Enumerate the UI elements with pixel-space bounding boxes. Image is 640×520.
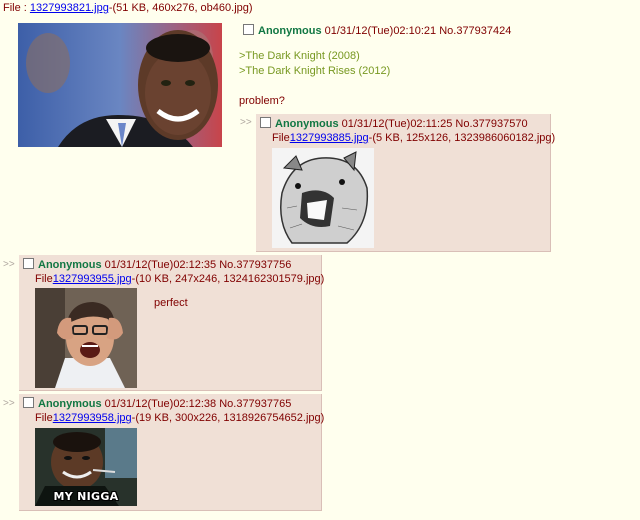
reply-post-number[interactable]: No.377937756 — [219, 259, 291, 271]
op-post-number[interactable]: No.377937424 — [439, 25, 511, 37]
op-header: Anonymous 01/31/12(Tue)02:10:21 No.37793… — [243, 24, 511, 37]
reply-file-info: File1327993885.jpg-(5 KB, 125x126, 13239… — [272, 132, 555, 144]
reply-datetime: 01/31/12(Tue)02:12:38 — [104, 398, 217, 410]
op-select-checkbox[interactable] — [243, 24, 254, 35]
reply-thumbnail[interactable] — [35, 288, 137, 388]
reply-file-meta: -(10 KB, 247x246, 1324162301579.jpg) — [131, 273, 325, 285]
reply-header: Anonymous 01/31/12(Tue)02:12:35 No.37793… — [23, 258, 291, 271]
reply-post: Anonymous 01/31/12(Tue)02:12:35 No.37793… — [19, 255, 324, 391]
reply-header: Anonymous 01/31/12(Tue)02:12:38 No.37793… — [23, 397, 291, 410]
reply-file-info: File1327993955.jpg-(10 KB, 247x246, 1324… — [35, 273, 324, 285]
op-datetime: 01/31/12(Tue)02:10:21 — [324, 25, 437, 37]
reply-datetime: 01/31/12(Tue)02:12:35 — [104, 259, 217, 271]
reply-indent-arrows: >> — [3, 259, 15, 270]
op-greentext-line: >The Dark Knight Rises (2012) — [239, 65, 391, 77]
reply-file-info: File1327993958.jpg-(19 KB, 300x226, 1318… — [35, 412, 324, 424]
op-comment: >The Dark Knight (2008) >The Dark Knight… — [239, 49, 390, 109]
reply-image-caption: MY NIGGA — [53, 490, 119, 503]
op-comment-text: problem? — [239, 95, 285, 107]
reply-post: Anonymous 01/31/12(Tue)02:12:38 No.37793… — [19, 394, 324, 511]
reply-file-meta: -(19 KB, 300x226, 1318926754652.jpg) — [131, 412, 325, 424]
reply-header: Anonymous 01/31/12(Tue)02:11:25 No.37793… — [260, 117, 528, 130]
op-file-info: File : 1327993821.jpg-(51 KB, 460x276, o… — [3, 2, 253, 14]
reply-file-link[interactable]: 1327993955.jpg — [53, 273, 132, 285]
reply-file-prefix: File — [272, 132, 290, 144]
reply-select-checkbox[interactable] — [260, 117, 271, 128]
reply-thumbnail-image — [35, 288, 137, 388]
reply-post-number[interactable]: No.377937765 — [219, 398, 291, 410]
reply-poster-name: Anonymous — [38, 259, 102, 271]
op-thumbnail-image — [18, 23, 222, 147]
op-thumbnail[interactable] — [18, 23, 222, 147]
reply-poster-name: Anonymous — [275, 118, 339, 130]
reply-select-checkbox[interactable] — [23, 258, 34, 269]
op-poster-name: Anonymous — [258, 25, 322, 37]
reply-select-checkbox[interactable] — [23, 397, 34, 408]
reply-thumbnail-image — [272, 148, 374, 248]
reply-datetime: 01/31/12(Tue)02:11:25 — [341, 118, 453, 130]
op-file-link[interactable]: 1327993821.jpg — [30, 2, 109, 14]
reply-file-link[interactable]: 1327993958.jpg — [53, 412, 132, 424]
reply-indent-arrows: >> — [3, 398, 15, 409]
op-file-prefix: File : — [3, 2, 30, 14]
reply-file-meta: -(5 KB, 125x126, 1323986060182.jpg) — [368, 132, 556, 144]
reply-indent-arrows: >> — [240, 117, 252, 128]
reply-file-link[interactable]: 1327993885.jpg — [290, 132, 369, 144]
reply-post: Anonymous 01/31/12(Tue)02:11:25 No.37793… — [256, 114, 555, 252]
reply-comment-text: perfect — [154, 297, 188, 309]
reply-file-prefix: File — [35, 273, 53, 285]
reply-poster-name: Anonymous — [38, 398, 102, 410]
reply-thumbnail[interactable] — [272, 148, 374, 248]
op-file-meta: -(51 KB, 460x276, ob460.jpg) — [108, 2, 253, 14]
reply-thumbnail[interactable]: MY NIGGA — [35, 428, 137, 506]
reply-file-prefix: File — [35, 412, 53, 424]
reply-post-number[interactable]: No.377937570 — [455, 118, 527, 130]
op-greentext-line: >The Dark Knight (2008) — [239, 50, 360, 62]
